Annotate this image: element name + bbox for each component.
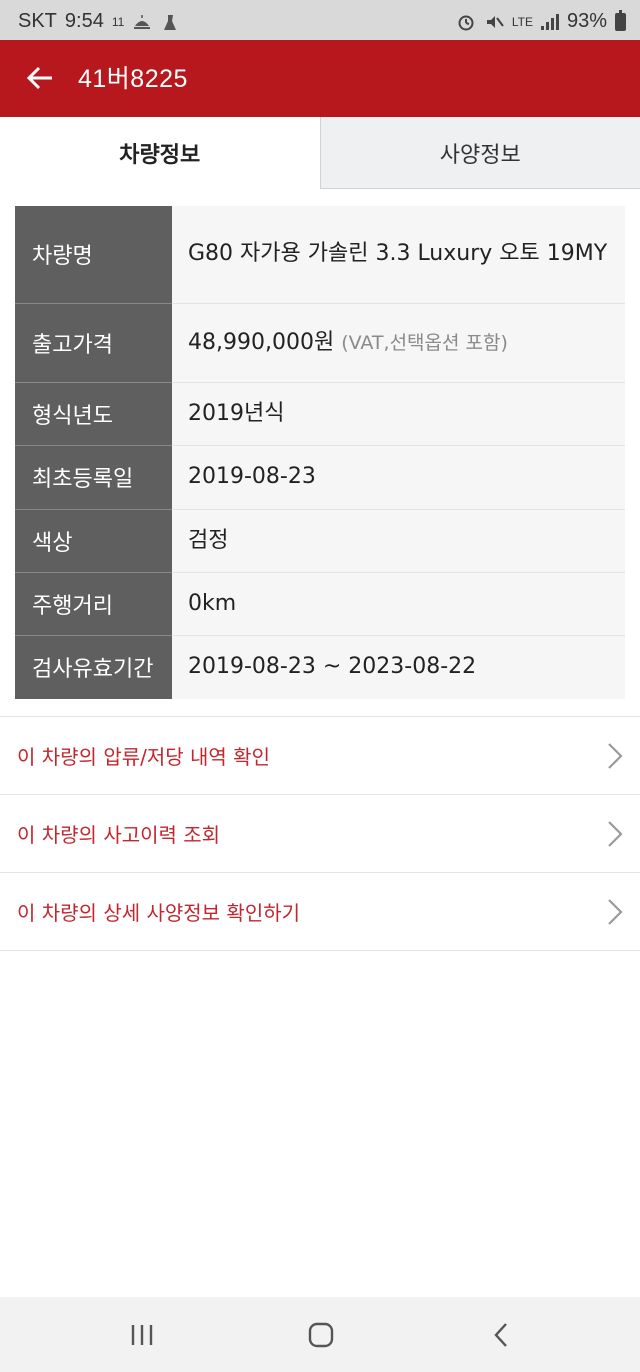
link-accident-history[interactable]: 이 차량의 사고이력 조회 xyxy=(0,795,640,873)
screen: SKT 9:54 11 LTE 93% 41버8225 차량정보 사양정보 차량… xyxy=(0,0,640,1372)
recent-apps-icon xyxy=(131,1325,153,1345)
chevron-right-icon xyxy=(608,899,623,925)
vehicle-info-table: 차량명 G80 자가용 가솔린 3.3 Luxury 오토 19MY 출고가격 … xyxy=(15,206,625,699)
info-row-registration: 최초등록일 2019-08-23 xyxy=(15,445,625,510)
chevron-right-icon xyxy=(608,743,623,769)
info-value: 검정 xyxy=(172,509,625,573)
weather-icon xyxy=(134,14,151,29)
clock: 9:54 xyxy=(64,10,104,32)
battery-percent: 93% xyxy=(566,10,607,32)
battery-icon xyxy=(615,9,626,31)
info-row-inspection: 검사유효기간 2019-08-23 ~ 2023-08-22 xyxy=(15,635,625,699)
info-key: 형식년도 xyxy=(15,382,172,446)
back-button[interactable] xyxy=(20,58,60,98)
info-value-text: 2019-08-23 ~ 2023-08-22 xyxy=(188,654,477,680)
action-links: 이 차량의 압류/저당 내역 확인 이 차량의 사고이력 조회 이 차량의 상세… xyxy=(0,716,640,951)
link-label: 이 차량의 사고이력 조회 xyxy=(17,823,221,847)
network-type-label: LTE xyxy=(511,14,533,29)
price-note: (VAT,선택옵션 포함) xyxy=(341,331,508,354)
signal-icon xyxy=(540,13,559,30)
info-value-text: 48,990,000원 xyxy=(188,329,335,355)
info-value-text: 검정 xyxy=(188,527,229,553)
info-value-text: G80 자가용 가솔린 3.3 Luxury 오토 19MY xyxy=(188,241,608,267)
alarm-icon xyxy=(458,15,474,30)
nav-back-button[interactable] xyxy=(481,1315,521,1355)
info-row-price: 출고가격 48,990,000원 (VAT,선택옵션 포함) xyxy=(15,303,625,383)
info-row-mileage: 주행거리 0km xyxy=(15,572,625,636)
info-value: 48,990,000원 (VAT,선택옵션 포함) xyxy=(172,303,625,383)
tab-vehicle-info[interactable]: 차량정보 xyxy=(0,117,320,189)
recent-apps-button[interactable] xyxy=(122,1315,162,1355)
info-value: 0km xyxy=(172,572,625,636)
info-key: 최초등록일 xyxy=(15,445,172,510)
arrow-left-icon xyxy=(26,66,52,90)
chevron-right-icon xyxy=(608,821,623,847)
status-bar: SKT 9:54 11 LTE 93% xyxy=(0,0,640,40)
link-seizure-mortgage[interactable]: 이 차량의 압류/저당 내역 확인 xyxy=(0,717,640,795)
info-row-color: 색상 검정 xyxy=(15,509,625,573)
cleaning-icon xyxy=(164,14,177,30)
home-icon xyxy=(308,1322,334,1348)
info-key: 차량명 xyxy=(15,206,172,304)
system-nav-bar xyxy=(0,1297,640,1372)
info-value-text: 2019년식 xyxy=(188,400,285,426)
info-value-text: 0km xyxy=(188,590,237,616)
info-value-text: 2019-08-23 xyxy=(188,464,316,489)
tab-bar: 차량정보 사양정보 xyxy=(0,117,640,189)
mute-icon xyxy=(486,15,504,28)
back-chevron-icon xyxy=(494,1323,507,1347)
home-button[interactable] xyxy=(301,1315,341,1355)
page-title: 41버8225 xyxy=(78,65,188,93)
tab-spec-info[interactable]: 사양정보 xyxy=(319,117,640,189)
info-key: 색상 xyxy=(15,509,172,573)
info-row-model-year: 형식년도 2019년식 xyxy=(15,382,625,446)
info-value: 2019-08-23 xyxy=(172,445,625,510)
info-value: 2019-08-23 ~ 2023-08-22 xyxy=(172,635,625,699)
link-label: 이 차량의 상세 사양정보 확인하기 xyxy=(17,901,301,925)
info-key: 출고가격 xyxy=(15,303,172,383)
info-value: G80 자가용 가솔린 3.3 Luxury 오토 19MY xyxy=(172,206,625,304)
carrier-label: SKT xyxy=(18,10,57,32)
info-value: 2019년식 xyxy=(172,382,625,446)
info-key: 검사유효기간 xyxy=(15,635,172,699)
temperature-label: 11 xyxy=(111,14,125,29)
link-detailed-specs[interactable]: 이 차량의 상세 사양정보 확인하기 xyxy=(0,873,640,951)
link-label: 이 차량의 압류/저당 내역 확인 xyxy=(17,745,270,769)
info-key: 주행거리 xyxy=(15,572,172,636)
info-row-name: 차량명 G80 자가용 가솔린 3.3 Luxury 오토 19MY xyxy=(15,206,625,304)
app-bar: 41버8225 xyxy=(0,40,640,117)
